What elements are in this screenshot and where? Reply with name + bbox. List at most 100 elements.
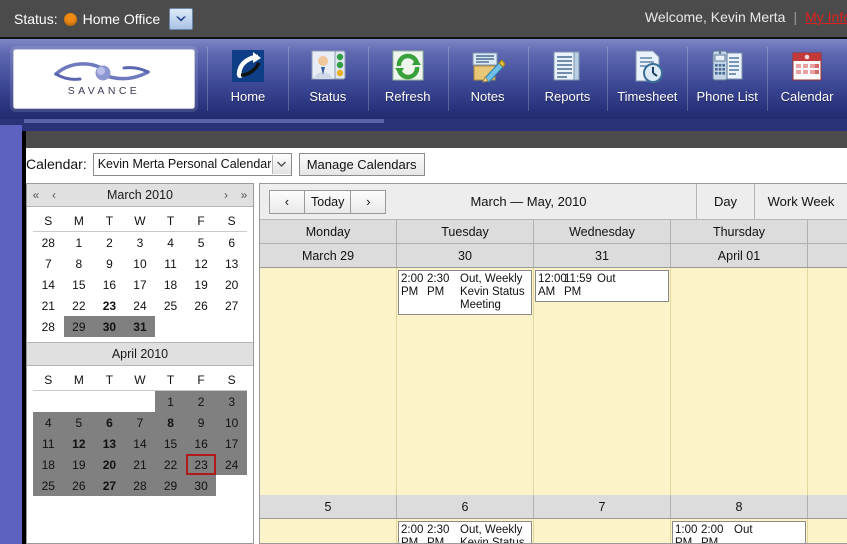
calendar-event[interactable]: 12:00 AM 11:59 PM Out xyxy=(535,270,669,302)
mini-day-cell[interactable]: 12 xyxy=(63,433,95,454)
mini-day-cell[interactable]: 5 xyxy=(186,232,217,254)
mini-day-cell[interactable]: 6 xyxy=(94,412,125,433)
mini-day-cell[interactable]: 15 xyxy=(155,433,186,454)
mini-day-cell[interactable]: 14 xyxy=(124,433,156,454)
mini-day-cell[interactable]: 11 xyxy=(33,433,64,454)
mini-day-cell[interactable]: 7 xyxy=(124,412,156,433)
mini-day-cell[interactable]: 24 xyxy=(216,454,247,475)
nav-item-home[interactable]: Home xyxy=(208,39,288,119)
mini-day-cell[interactable]: 26 xyxy=(186,295,217,316)
mini-day-cell[interactable]: 28 xyxy=(33,232,64,254)
mini-day-cell[interactable]: 30 xyxy=(94,316,125,337)
mini-day-cell[interactable]: 23 xyxy=(94,295,125,316)
mini-day-cell[interactable]: 3 xyxy=(125,232,156,254)
mini-day-cell[interactable]: 9 xyxy=(94,253,125,274)
mini-day-cell[interactable]: 4 xyxy=(33,412,64,433)
calendar-date-cell[interactable]: 5 xyxy=(260,495,397,518)
nav-item-reports[interactable]: Reports xyxy=(527,39,608,119)
mini-day-cell[interactable]: 25 xyxy=(33,475,64,496)
calendar-date-cell[interactable]: 6 xyxy=(397,495,534,518)
mini-day-cell[interactable]: 18 xyxy=(33,454,64,475)
nav-item-calendar[interactable]: Calendar xyxy=(767,39,847,119)
mini-day-cell[interactable]: 6 xyxy=(216,232,247,254)
mini-day-cell[interactable]: 3 xyxy=(216,390,247,412)
mini-day-cell[interactable]: 18 xyxy=(155,274,186,295)
mini-day-cell[interactable]: 16 xyxy=(185,433,217,454)
calendar-day-column[interactable] xyxy=(260,268,397,495)
mini-day-cell[interactable]: 25 xyxy=(155,295,186,316)
nav-item-refresh[interactable]: Refresh xyxy=(367,39,448,119)
status-dropdown-button[interactable] xyxy=(169,8,194,30)
calendar-day-column[interactable] xyxy=(534,519,671,543)
calendar-date-cell[interactable] xyxy=(808,495,847,518)
mini-day-cell[interactable]: 21 xyxy=(33,295,64,316)
mini-day-cell[interactable]: 19 xyxy=(186,274,217,295)
nav-item-phone-list[interactable]: Phone List xyxy=(687,39,767,119)
mini-day-cell[interactable]: 17 xyxy=(216,433,247,454)
prev-month-button[interactable]: ‹ xyxy=(45,188,63,202)
mini-day-cell[interactable]: 20 xyxy=(216,274,247,295)
calendar-day-column[interactable] xyxy=(671,268,808,495)
view-button-work-week[interactable]: Work Week xyxy=(754,184,847,219)
mini-day-cell[interactable]: 10 xyxy=(125,253,156,274)
mini-day-cell[interactable]: 28 xyxy=(124,475,156,496)
mini-day-cell[interactable]: 29 xyxy=(63,316,95,337)
mini-day-cell[interactable]: 31 xyxy=(124,316,156,337)
mini-day-cell[interactable]: 2 xyxy=(94,232,125,254)
calendar-day-column[interactable]: 1:00 PM 2:00 PM Out xyxy=(671,519,808,543)
calendar-select[interactable]: Kevin Merta Personal Calendar xyxy=(92,152,292,176)
calendar-date-cell[interactable]: 31 xyxy=(534,244,671,267)
calendar-date-cell[interactable]: April 01 xyxy=(671,244,808,267)
mini-day-cell[interactable]: 2 xyxy=(185,390,217,412)
mini-day-cell[interactable]: 22 xyxy=(64,295,95,316)
mini-day-cell[interactable]: 27 xyxy=(94,475,125,496)
calendar-date-cell[interactable] xyxy=(808,244,847,267)
mini-day-cell[interactable]: 24 xyxy=(125,295,156,316)
mini-day-cell[interactable]: 13 xyxy=(94,433,125,454)
mini-day-cell[interactable]: 9 xyxy=(185,412,217,433)
nav-item-notes[interactable]: Notes xyxy=(447,39,528,119)
calendar-date-cell[interactable]: 7 xyxy=(534,495,671,518)
mini-day-cell[interactable]: 12 xyxy=(186,253,217,274)
mini-day-cell[interactable]: 14 xyxy=(33,274,64,295)
mini-day-cell[interactable]: 29 xyxy=(155,475,186,496)
view-button-day[interactable]: Day xyxy=(696,184,754,219)
calendar-day-column[interactable] xyxy=(808,268,847,495)
mini-day-cell[interactable]: 5 xyxy=(63,412,95,433)
mini-day-cell[interactable]: 19 xyxy=(63,454,95,475)
mini-day-cell[interactable]: 30 xyxy=(185,475,217,496)
calendar-event[interactable]: 2:00PM2:30PM Out, Weekly Kevin Status Mee… xyxy=(398,521,532,543)
mini-day-cell[interactable]: 7 xyxy=(33,253,64,274)
manage-calendars-button[interactable]: Manage Calendars xyxy=(298,152,425,176)
calendar-day-column[interactable]: 2:00PM2:30PM Out, Weekly Kevin Status Mee… xyxy=(397,519,534,543)
calendar-date-cell[interactable]: 8 xyxy=(671,495,808,518)
mini-day-cell[interactable]: 20 xyxy=(94,454,125,475)
mini-day-cell[interactable]: 17 xyxy=(125,274,156,295)
next-month-button[interactable]: › xyxy=(217,188,235,202)
calendar-select-arrow[interactable] xyxy=(271,154,291,174)
mini-day-cell[interactable]: 22 xyxy=(155,454,186,475)
mini-day-cell[interactable]: 21 xyxy=(124,454,156,475)
calendar-day-column[interactable]: 2:00PM2:30PM Out, Weekly Kevin Status Mee… xyxy=(397,268,534,495)
today-button[interactable]: Today xyxy=(304,189,352,214)
mini-day-cell[interactable]: 4 xyxy=(155,232,186,254)
mini-day-cell[interactable]: 16 xyxy=(94,274,125,295)
prev-period-button[interactable]: ‹ xyxy=(269,189,305,214)
calendar-day-column[interactable] xyxy=(808,519,847,543)
mini-day-cell[interactable]: 13 xyxy=(216,253,247,274)
mini-day-cell[interactable]: 27 xyxy=(216,295,247,316)
mini-day-cell[interactable]: 28 xyxy=(33,316,64,337)
calendar-day-column[interactable]: 12:00 AM 11:59 PM Out xyxy=(534,268,671,495)
status-selector[interactable]: Status: Home Office xyxy=(14,8,194,30)
nav-item-timesheet[interactable]: Timesheet xyxy=(607,39,687,119)
mini-day-cell[interactable]: 8 xyxy=(64,253,95,274)
mini-day-cell[interactable]: 15 xyxy=(64,274,95,295)
calendar-day-column[interactable] xyxy=(260,519,397,543)
mini-day-cell[interactable]: 11 xyxy=(155,253,186,274)
mini-day-cell[interactable]: 26 xyxy=(63,475,95,496)
mini-day-cell[interactable]: 10 xyxy=(216,412,247,433)
calendar-event[interactable]: 1:00 PM 2:00 PM Out xyxy=(672,521,806,543)
nav-item-status[interactable]: Status xyxy=(287,39,368,119)
my-info-link[interactable]: My Info xyxy=(805,9,847,25)
calendar-date-cell[interactable]: 30 xyxy=(397,244,534,267)
